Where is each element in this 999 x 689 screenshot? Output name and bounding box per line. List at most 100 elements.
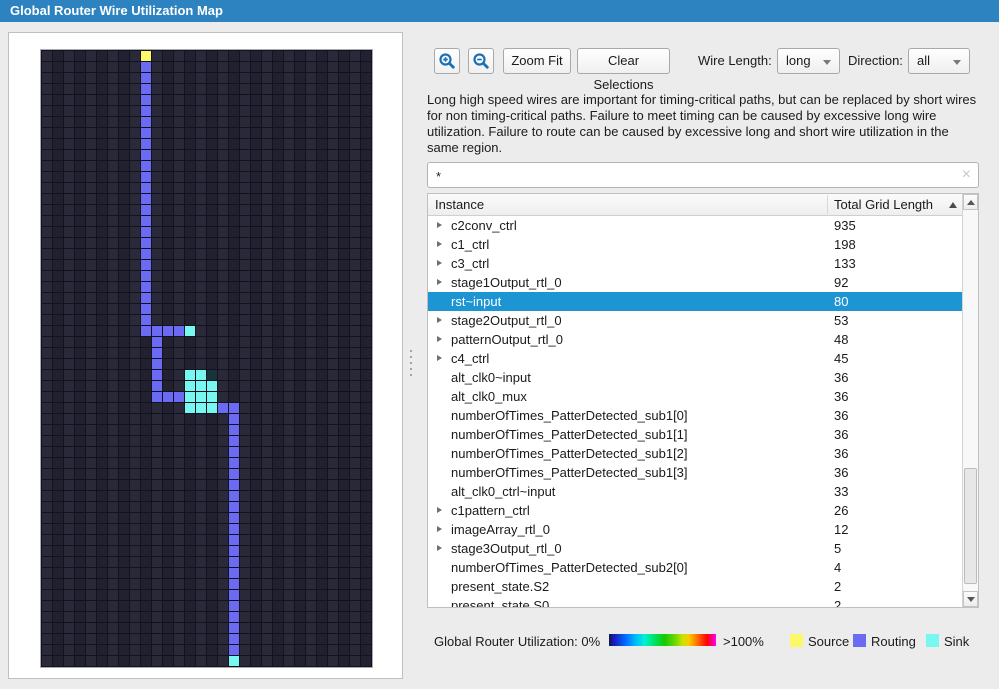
table-row[interactable]: c1pattern_ctrl26: [428, 501, 962, 520]
routing-cell: [141, 326, 151, 336]
routing-cell: [229, 480, 239, 490]
window-title: Global Router Wire Utilization Map: [10, 0, 223, 22]
table-row[interactable]: c2conv_ctrl935: [428, 216, 962, 235]
direction-dropdown[interactable]: all: [908, 48, 970, 74]
total-grid-length-value: 36: [834, 463, 848, 482]
sink-cell: [185, 392, 195, 402]
total-grid-length-value: 33: [834, 482, 848, 501]
instance-name: present_state.S2: [451, 577, 549, 596]
instance-name: alt_clk0_ctrl~input: [451, 482, 555, 501]
table-row[interactable]: rst~input80: [428, 292, 962, 311]
routing-cell: [141, 304, 151, 314]
routing-cell: [229, 557, 239, 567]
chevron-down-icon: [953, 60, 961, 65]
sink-cell: [185, 370, 195, 380]
utilization-gradient-bar: [609, 634, 716, 646]
instance-name: numberOfTimes_PatterDetected_sub2[0]: [451, 558, 688, 577]
wire-length-dropdown[interactable]: long: [777, 48, 840, 74]
expand-arrow-icon[interactable]: [437, 336, 442, 342]
table-row[interactable]: alt_clk0_ctrl~input 33: [428, 482, 962, 501]
zoom-in-icon: [438, 52, 456, 70]
utilization-min-label: 0%: [581, 634, 600, 649]
filter-input[interactable]: [434, 164, 948, 188]
table-row[interactable]: numberOfTimes_PatterDetected_sub1[2]36: [428, 444, 962, 463]
scrollbar-thumb[interactable]: [964, 468, 977, 584]
table-row[interactable]: stage3Output_rtl_05: [428, 539, 962, 558]
routing-cell: [141, 260, 151, 270]
expand-arrow-icon[interactable]: [437, 526, 442, 532]
clear-selections-button[interactable]: Clear Selections: [577, 48, 670, 74]
scroll-up-button[interactable]: [963, 194, 978, 210]
routing-cell: [229, 414, 239, 424]
table-row[interactable]: stage2Output_rtl_053: [428, 311, 962, 330]
routing-cell: [229, 524, 239, 534]
total-grid-length-value: 2: [834, 596, 841, 607]
routing-cell: [229, 546, 239, 556]
instance-name: alt_clk0~input: [451, 368, 531, 387]
table-row[interactable]: numberOfTimes_PatterDetected_sub2[0]4: [428, 558, 962, 577]
routing-cell: [229, 579, 239, 589]
expand-arrow-icon[interactable]: [437, 355, 442, 361]
routing-cell: [229, 436, 239, 446]
expand-arrow-icon[interactable]: [437, 507, 442, 513]
total-grid-length-value: 45: [834, 349, 848, 368]
routing-cell: [141, 315, 151, 325]
zoom-out-button[interactable]: [468, 48, 494, 74]
total-grid-length-value: 36: [834, 444, 848, 463]
table-row[interactable]: imageArray_rtl_012: [428, 520, 962, 539]
routing-cell: [141, 205, 151, 215]
instance-name: imageArray_rtl_0: [451, 520, 550, 539]
table-row[interactable]: alt_clk0~input 36: [428, 368, 962, 387]
instance-name: numberOfTimes_PatterDetected_sub1[1]: [451, 425, 688, 444]
routing-cell: [141, 271, 151, 281]
table-row[interactable]: c1_ctrl198: [428, 235, 962, 254]
expand-arrow-icon[interactable]: [437, 545, 442, 551]
expand-arrow-icon[interactable]: [437, 279, 442, 285]
clear-filter-icon[interactable]: ×: [962, 165, 971, 185]
table-row[interactable]: present_state.S22: [428, 577, 962, 596]
instance-name: numberOfTimes_PatterDetected_sub1[0]: [451, 406, 688, 425]
column-header-total-grid-length[interactable]: Total Grid Length: [834, 194, 933, 215]
table-row[interactable]: c3_ctrl133: [428, 254, 962, 273]
expand-arrow-icon[interactable]: [437, 222, 442, 228]
map-panel: [8, 32, 403, 679]
zoom-in-button[interactable]: [434, 48, 460, 74]
routing-cell: [152, 392, 162, 402]
sink-cell: [196, 403, 206, 413]
zoom-fit-button[interactable]: Zoom Fit: [503, 48, 571, 74]
table-scrollbar[interactable]: [962, 194, 978, 607]
table-row[interactable]: c4_ctrl45: [428, 349, 962, 368]
table-row[interactable]: numberOfTimes_PatterDetected_sub1[1]36: [428, 425, 962, 444]
routing-cell: [141, 216, 151, 226]
instance-table: Instance Total Grid Length c2conv_ctrl93…: [427, 193, 979, 608]
column-separator[interactable]: [827, 195, 828, 214]
sink-cell: [185, 381, 195, 391]
table-header[interactable]: Instance Total Grid Length: [428, 194, 978, 216]
routing-cell: [229, 568, 239, 578]
table-row[interactable]: stage1Output_rtl_092: [428, 273, 962, 292]
expand-arrow-icon[interactable]: [437, 260, 442, 266]
sort-ascending-icon[interactable]: [949, 202, 957, 208]
table-row[interactable]: patternOutput_rtl_048: [428, 330, 962, 349]
window-title-bar[interactable]: Global Router Wire Utilization Map: [0, 0, 999, 22]
routing-cell: [141, 282, 151, 292]
table-row[interactable]: numberOfTimes_PatterDetected_sub1[0]36: [428, 406, 962, 425]
total-grid-length-value: 36: [834, 387, 848, 406]
table-row[interactable]: alt_clk0_mux36: [428, 387, 962, 406]
routing-cell: [229, 491, 239, 501]
description-text: Long high speed wires are important for …: [427, 92, 979, 156]
column-header-instance[interactable]: Instance: [435, 194, 484, 215]
table-row[interactable]: present_state.S02: [428, 596, 962, 607]
routing-cell: [229, 634, 239, 644]
routing-cell: [152, 326, 162, 336]
routing-cell: [229, 623, 239, 633]
expand-arrow-icon[interactable]: [437, 317, 442, 323]
pane-splitter-handle[interactable]: [409, 346, 413, 380]
routing-cell: [229, 535, 239, 545]
scroll-down-button[interactable]: [963, 591, 978, 607]
table-row[interactable]: numberOfTimes_PatterDetected_sub1[3]36: [428, 463, 962, 482]
expand-arrow-icon[interactable]: [437, 241, 442, 247]
wire-utilization-map[interactable]: [40, 49, 373, 668]
instance-name: patternOutput_rtl_0: [451, 330, 563, 349]
total-grid-length-value: 36: [834, 368, 848, 387]
